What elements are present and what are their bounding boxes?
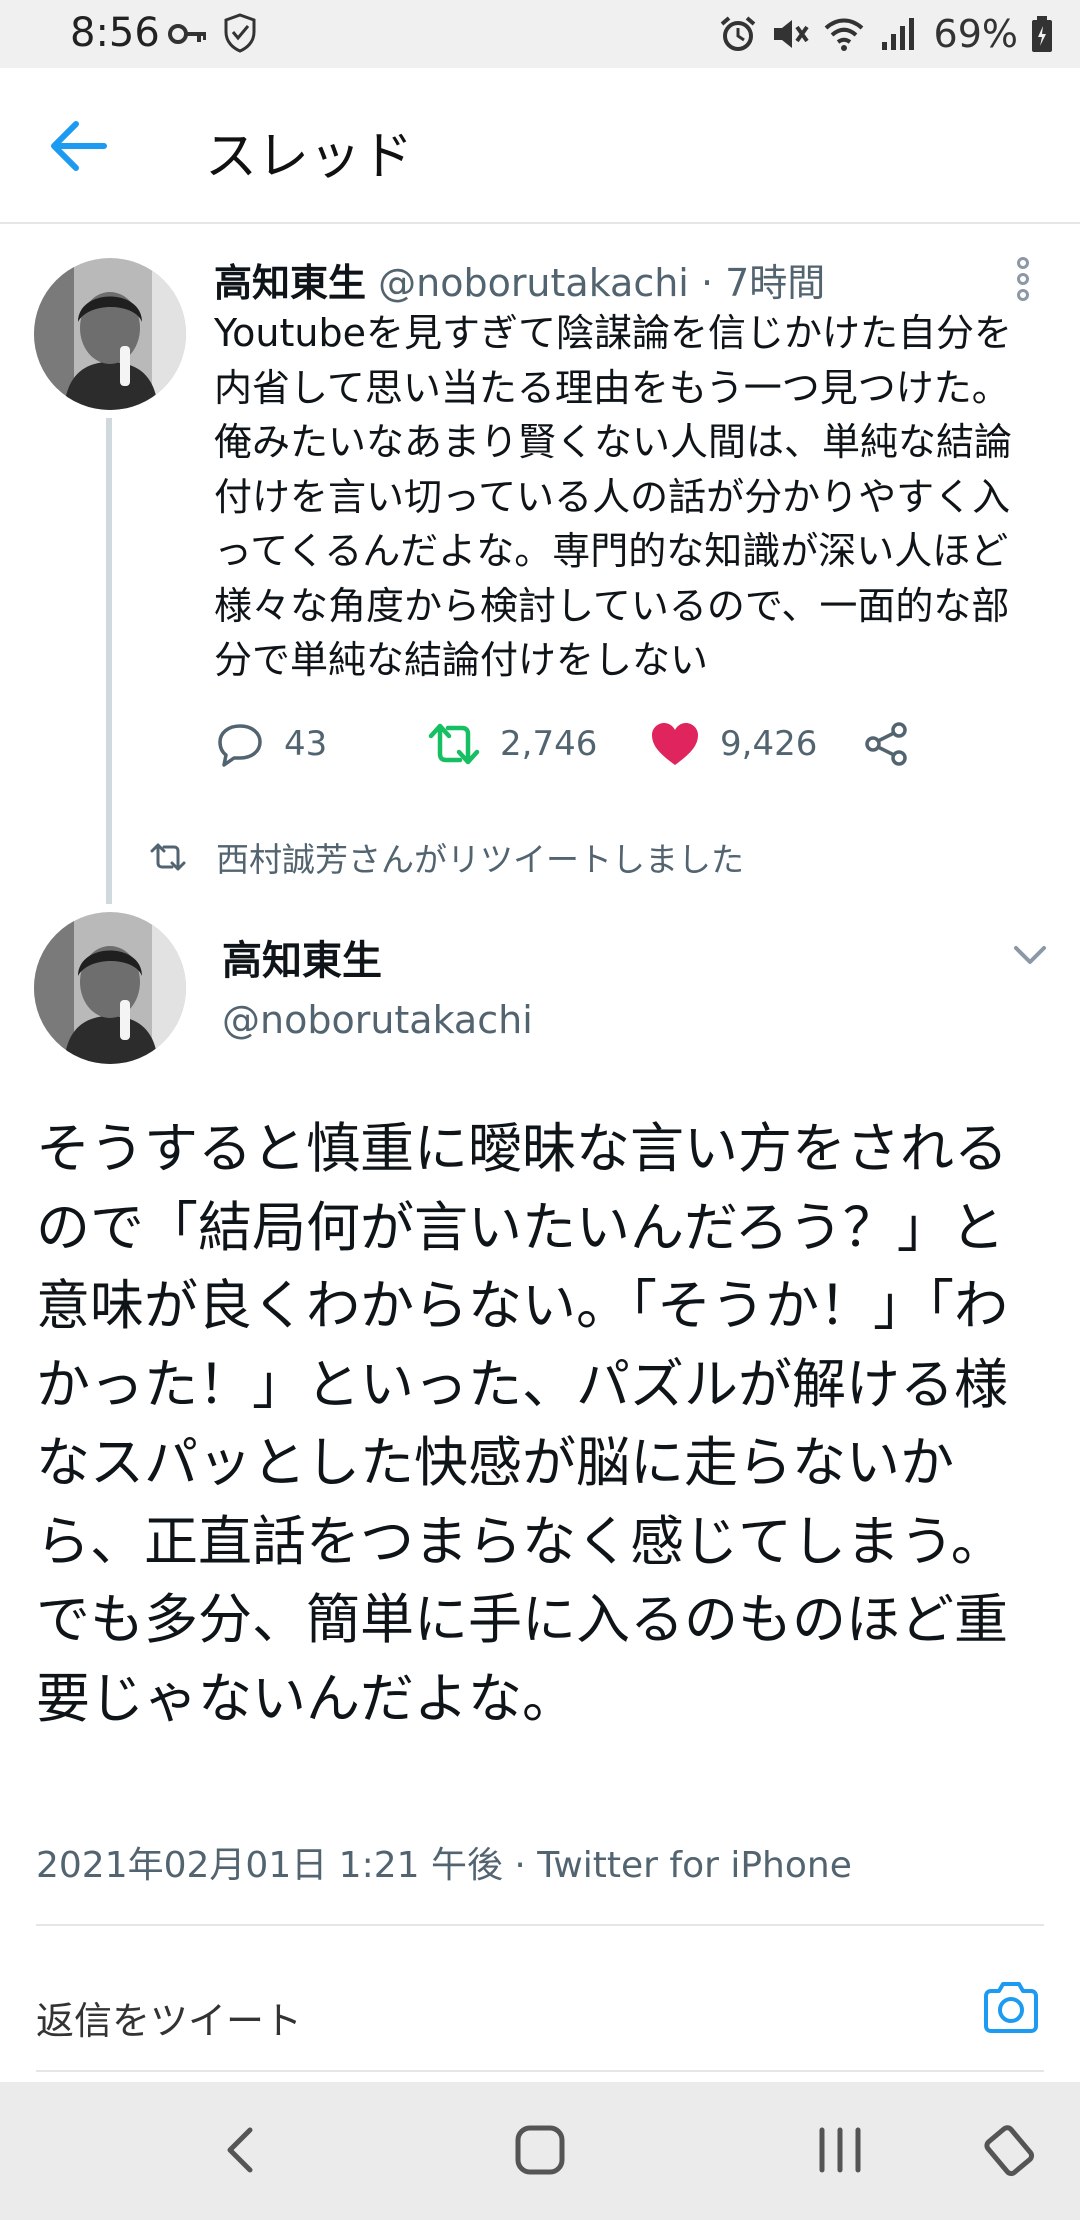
system-nav-bar bbox=[0, 2082, 1080, 2220]
reply-button[interactable]: 43 bbox=[216, 714, 327, 774]
retweet-icon bbox=[428, 723, 480, 765]
avatar[interactable] bbox=[34, 912, 186, 1064]
like-count: 9,426 bbox=[720, 724, 818, 764]
camera-icon[interactable] bbox=[980, 1980, 1042, 2036]
heart-icon bbox=[652, 723, 698, 765]
avatar-photo bbox=[34, 912, 186, 1064]
reply-icon bbox=[218, 724, 262, 767]
share-button[interactable] bbox=[862, 714, 910, 774]
tweet1-author-name[interactable]: 高知東生 bbox=[214, 261, 366, 305]
status-time: 8:56 bbox=[70, 10, 160, 56]
tweet2-timestamp-source: 2021年02月01日 1:21 午後 · Twitter for iPhone bbox=[36, 1845, 852, 1886]
tweet1-author-handle[interactable]: @noborutakachi bbox=[378, 261, 689, 305]
wifi-icon bbox=[824, 18, 863, 51]
mute-icon bbox=[773, 20, 809, 48]
divider bbox=[36, 1924, 1044, 1926]
tweet1-text: Youtubeを見すぎて陰謀論を信じかけた自分を内省して思い当たる理由をもう一つ… bbox=[214, 311, 1013, 682]
recents-nav-icon[interactable] bbox=[810, 2120, 870, 2180]
battery-icon bbox=[1032, 16, 1052, 52]
key-icon bbox=[168, 24, 206, 44]
home-nav-icon[interactable] bbox=[510, 2120, 570, 2180]
app-bar: スレッド bbox=[0, 68, 1080, 224]
retweet-button[interactable]: 2,746 bbox=[428, 714, 597, 774]
tweet1-header: 高知東生 @noborutakachi · 7時間 bbox=[214, 252, 825, 307]
retweet-count: 2,746 bbox=[500, 724, 598, 764]
avatar[interactable] bbox=[34, 258, 186, 410]
like-button[interactable]: 9,426 bbox=[650, 714, 817, 774]
rotate-screen-icon[interactable] bbox=[980, 2120, 1040, 2180]
tweet1-actions: 43 2,746 9,426 bbox=[214, 714, 934, 774]
reply-count: 43 bbox=[284, 724, 328, 764]
chevron-down-icon[interactable] bbox=[1012, 940, 1048, 968]
retweet-small-icon bbox=[150, 843, 186, 871]
back-nav-icon[interactable] bbox=[220, 2120, 260, 2180]
reply-input[interactable]: 返信をツイート bbox=[36, 1990, 302, 2045]
avatar-photo bbox=[34, 258, 186, 410]
shield-icon bbox=[224, 13, 256, 53]
share-icon bbox=[865, 722, 907, 766]
thread-connector bbox=[106, 418, 112, 904]
signal-icon bbox=[881, 18, 914, 50]
status-bar: 8:56 69% bbox=[0, 0, 1080, 68]
tweet1-time: · 7時間 bbox=[700, 261, 826, 305]
back-arrow-icon[interactable] bbox=[46, 118, 112, 174]
status-icons: 69% bbox=[718, 10, 1054, 58]
tweet2-author-name[interactable]: 高知東生 bbox=[222, 928, 382, 986]
retweet-context[interactable]: 西村誠芳さんがリツイートしました bbox=[150, 832, 744, 882]
page-title: スレッド bbox=[205, 127, 414, 187]
reply-bar: 返信をツイート bbox=[0, 1940, 1080, 2070]
retweet-context-text: 西村誠芳さんがリツイートしました bbox=[216, 840, 744, 879]
more-options-icon[interactable] bbox=[1008, 256, 1038, 302]
alarm-icon bbox=[720, 16, 755, 51]
divider bbox=[36, 2070, 1044, 2072]
tweet2-text: そうすると慎重に曖昧な言い方をされるので「結局何が言いたいんだろう？」と意味が良… bbox=[36, 1117, 1008, 1730]
tweet2-author-handle[interactable]: @noborutakachi bbox=[222, 998, 533, 1042]
battery-percent: 69% bbox=[933, 12, 1018, 56]
